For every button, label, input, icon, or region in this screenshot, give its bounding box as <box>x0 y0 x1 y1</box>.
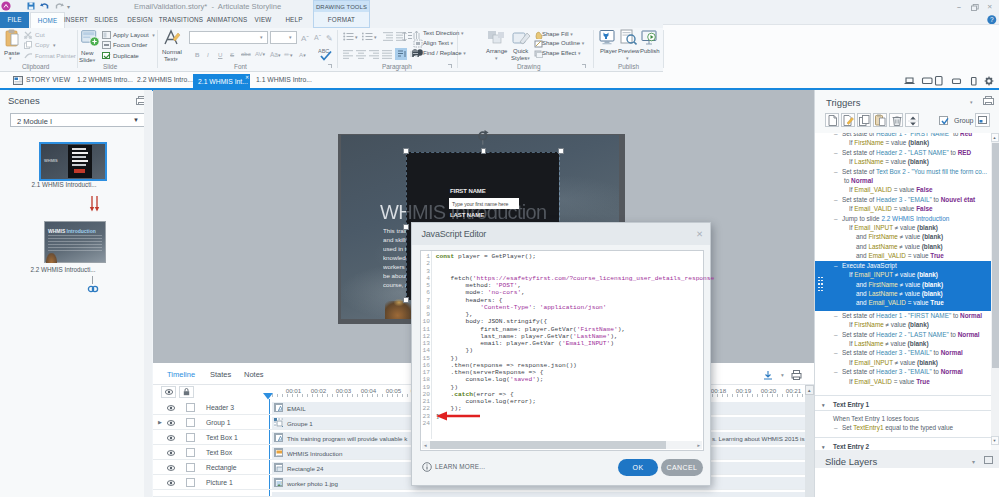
svg-text:?: ? <box>990 16 994 23</box>
svg-text:ABC: ABC <box>318 48 329 54</box>
